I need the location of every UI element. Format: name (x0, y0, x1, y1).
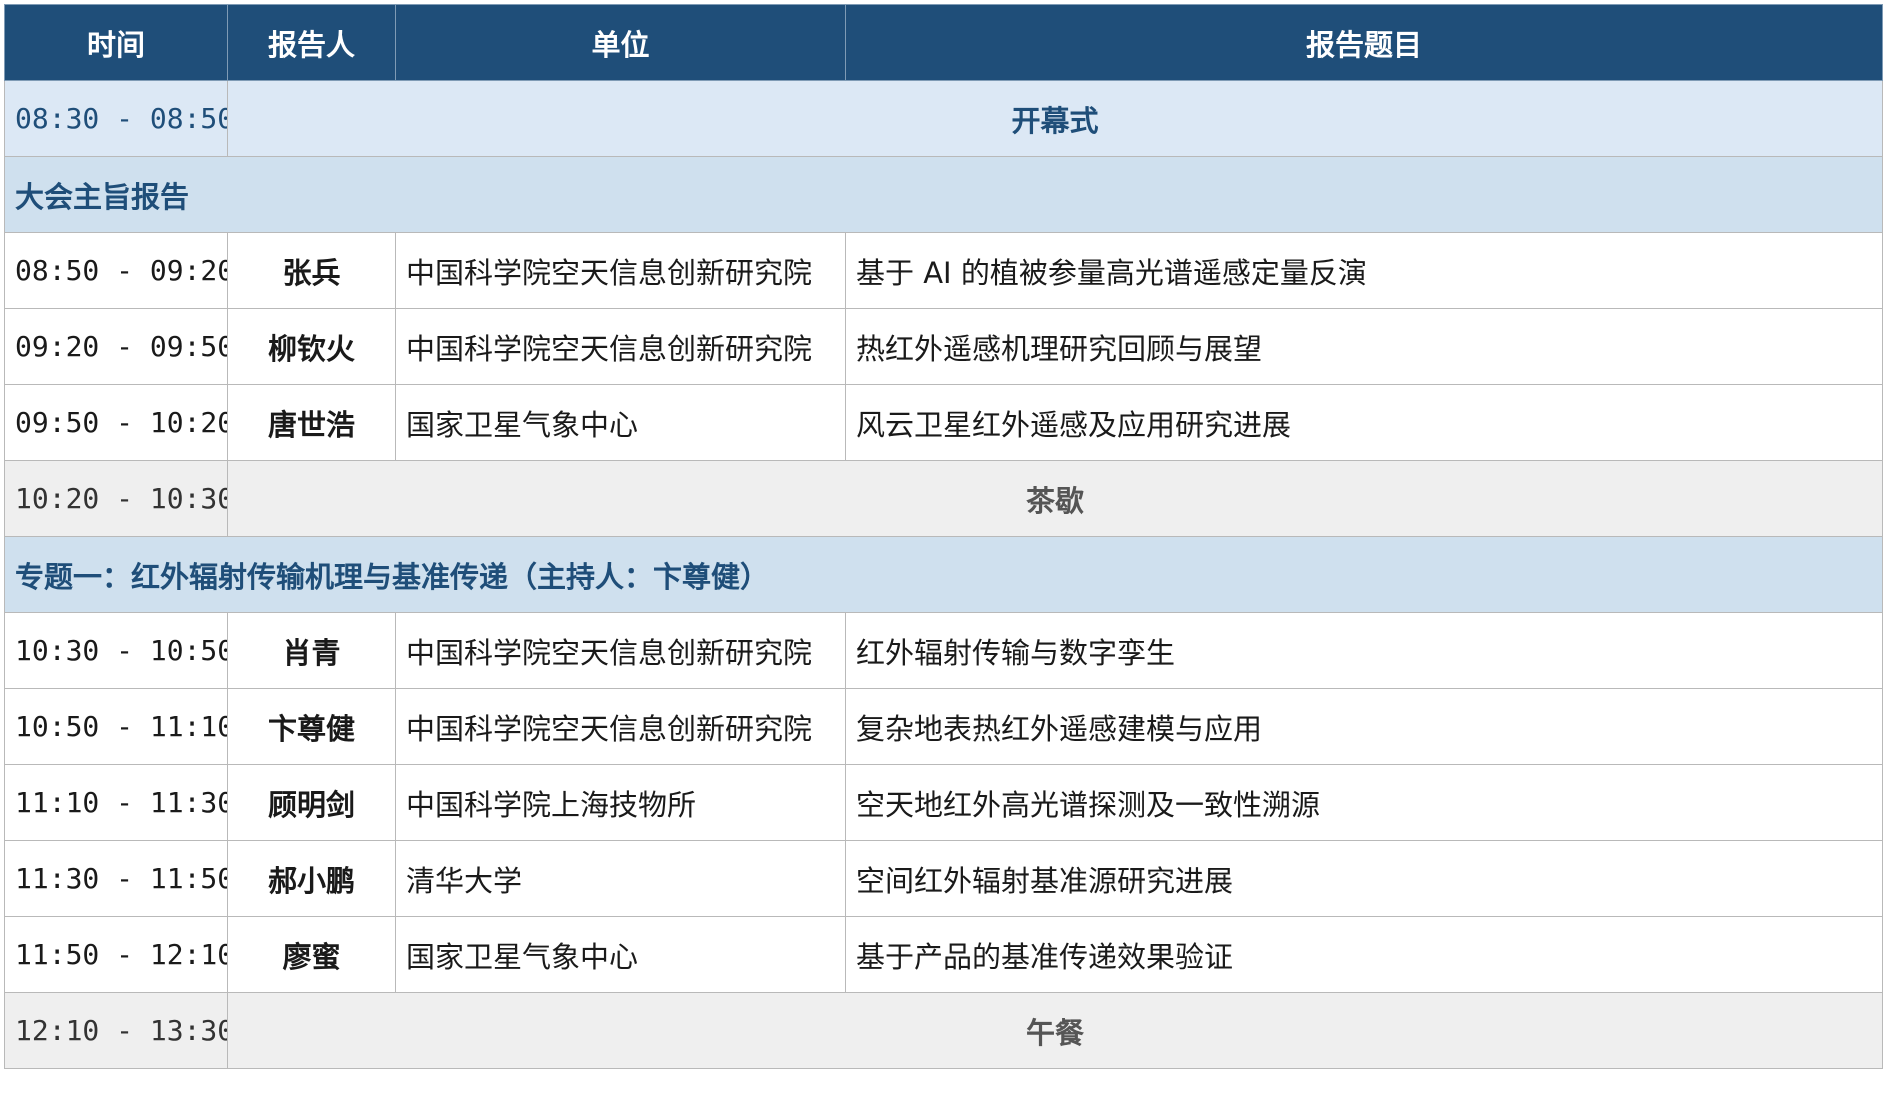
section-title: 专题一：红外辐射传输机理与基准传递（主持人：卞尊健） (4, 536, 1883, 613)
speaker-cell: 卞尊健 (227, 688, 396, 765)
time-cell: 11:10 - 11:30 (4, 764, 228, 841)
title-cell: 风云卫星红外遥感及应用研究进展 (845, 384, 1883, 461)
speaker-cell: 廖蜜 (227, 916, 396, 993)
speaker-cell: 郝小鹏 (227, 840, 396, 917)
schedule-container: 时间 报告人 单位 报告题目 08:30 - 08:50 开幕式 大会主旨报告 … (4, 4, 1883, 1100)
speaker-cell: 张兵 (227, 232, 396, 309)
talk-row: 10:50 - 11:10 卞尊健 中国科学院空天信息创新研究院 复杂地表热红外… (4, 688, 1883, 765)
unit-cell: 中国科学院上海技物所 (395, 764, 846, 841)
time-cell: 09:20 - 09:50 (4, 308, 228, 385)
unit-cell: 中国科学院空天信息创新研究院 (395, 232, 846, 309)
talk-row: 09:20 - 09:50 柳钦火 中国科学院空天信息创新研究院 热红外遥感机理… (4, 308, 1883, 385)
time-cell: 09:50 - 10:20 (4, 384, 228, 461)
header-unit: 单位 (395, 4, 846, 81)
time-cell: 12:10 - 13:30 (4, 992, 228, 1069)
speaker-cell: 肖青 (227, 612, 396, 689)
title-cell: 复杂地表热红外遥感建模与应用 (845, 688, 1883, 765)
time-cell: 11:50 - 12:10 (4, 916, 228, 993)
title-cell: 红外辐射传输与数字孪生 (845, 612, 1883, 689)
title-cell: 热红外遥感机理研究回顾与展望 (845, 308, 1883, 385)
event-cell: 午餐 (227, 992, 1883, 1069)
header-row: 时间 报告人 单位 报告题目 (4, 4, 1883, 81)
unit-cell: 中国科学院空天信息创新研究院 (395, 308, 846, 385)
unit-cell: 中国科学院空天信息创新研究院 (395, 688, 846, 765)
section-row: 专题一：红外辐射传输机理与基准传递（主持人：卞尊健） (4, 536, 1883, 613)
talk-row: 10:30 - 10:50 肖青 中国科学院空天信息创新研究院 红外辐射传输与数… (4, 612, 1883, 689)
event-cell: 茶歇 (227, 460, 1883, 537)
header-title: 报告题目 (845, 4, 1883, 81)
talk-row: 11:30 - 11:50 郝小鹏 清华大学 空间红外辐射基准源研究进展 (4, 840, 1883, 917)
talk-row: 09:50 - 10:20 唐世浩 国家卫星气象中心 风云卫星红外遥感及应用研究… (4, 384, 1883, 461)
header-speaker: 报告人 (227, 4, 396, 81)
talk-row: 11:50 - 12:10 廖蜜 国家卫星气象中心 基于产品的基准传递效果验证 (4, 916, 1883, 993)
header-time: 时间 (4, 4, 228, 81)
title-cell: 空天地红外高光谱探测及一致性溯源 (845, 764, 1883, 841)
talk-row: 08:50 - 09:20 张兵 中国科学院空天信息创新研究院 基于 AI 的植… (4, 232, 1883, 309)
opening-row: 08:30 - 08:50 开幕式 (4, 80, 1883, 157)
unit-cell: 中国科学院空天信息创新研究院 (395, 612, 846, 689)
title-cell: 基于 AI 的植被参量高光谱遥感定量反演 (845, 232, 1883, 309)
speaker-cell: 顾明剑 (227, 764, 396, 841)
section-title: 大会主旨报告 (4, 156, 1883, 233)
break-row: 12:10 - 13:30 午餐 (4, 992, 1883, 1069)
time-cell: 08:50 - 09:20 (4, 232, 228, 309)
time-cell: 10:20 - 10:30 (4, 460, 228, 537)
unit-cell: 国家卫星气象中心 (395, 916, 846, 993)
speaker-cell: 柳钦火 (227, 308, 396, 385)
title-cell: 基于产品的基准传递效果验证 (845, 916, 1883, 993)
speaker-cell: 唐世浩 (227, 384, 396, 461)
time-cell: 08:30 - 08:50 (4, 80, 228, 157)
unit-cell: 清华大学 (395, 840, 846, 917)
time-cell: 10:50 - 11:10 (4, 688, 228, 765)
event-cell: 开幕式 (227, 80, 1883, 157)
time-cell: 11:30 - 11:50 (4, 840, 228, 917)
break-row: 10:20 - 10:30 茶歇 (4, 460, 1883, 537)
schedule-table: 时间 报告人 单位 报告题目 08:30 - 08:50 开幕式 大会主旨报告 … (4, 4, 1883, 1069)
time-cell: 10:30 - 10:50 (4, 612, 228, 689)
section-row: 大会主旨报告 (4, 156, 1883, 233)
talk-row: 11:10 - 11:30 顾明剑 中国科学院上海技物所 空天地红外高光谱探测及… (4, 764, 1883, 841)
title-cell: 空间红外辐射基准源研究进展 (845, 840, 1883, 917)
unit-cell: 国家卫星气象中心 (395, 384, 846, 461)
